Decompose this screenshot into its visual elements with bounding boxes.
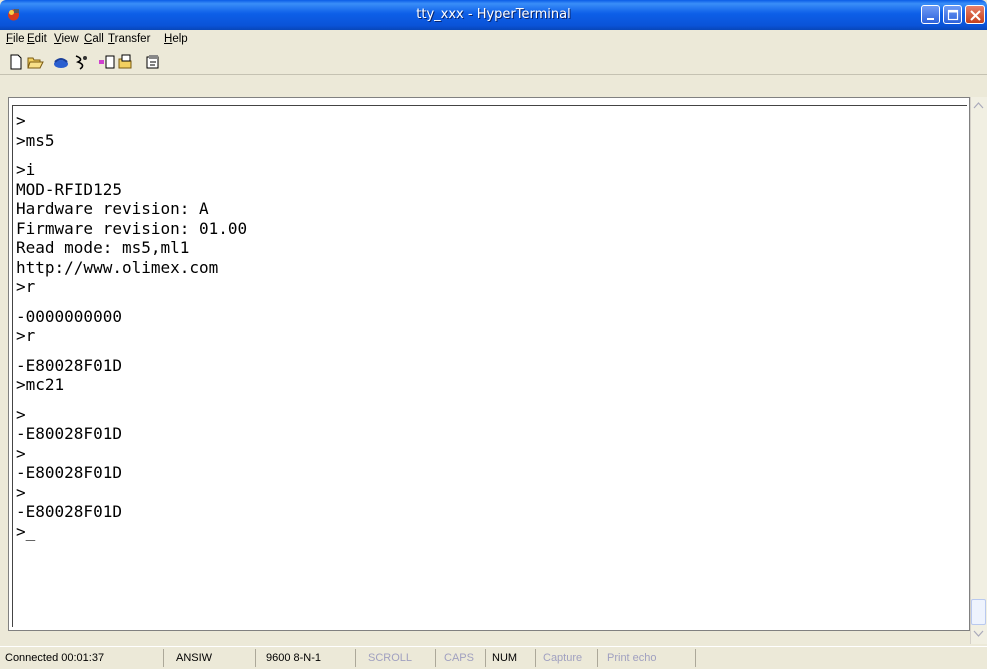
scroll-up-icon[interactable] <box>971 98 986 113</box>
status-empty <box>695 649 987 667</box>
send-icon[interactable] <box>98 53 116 71</box>
menu-file[interactable]: File <box>6 33 25 45</box>
title-bar[interactable]: tty_xxx - HyperTerminal <box>0 0 987 30</box>
disconnect-icon[interactable] <box>72 53 90 71</box>
terminal-line: >ms5 <box>16 130 55 150</box>
terminal-line: > <box>16 443 26 463</box>
status-capture: Capture <box>535 649 597 667</box>
terminal-line: >_ <box>16 521 36 541</box>
scroll-down-icon[interactable] <box>971 626 986 641</box>
status-print-echo: Print echo <box>597 649 695 667</box>
menu-view[interactable]: View <box>54 33 79 45</box>
scroll-thumb[interactable] <box>971 599 986 625</box>
status-bar: Connected 00:01:37 ANSIW 9600 8-N-1 SCRO… <box>0 646 987 669</box>
minimize-icon <box>927 18 934 20</box>
minimize-button[interactable] <box>921 5 940 24</box>
maximize-icon <box>947 9 959 21</box>
new-icon[interactable] <box>7 53 25 71</box>
status-scroll: SCROLL <box>355 649 435 667</box>
toolbar <box>0 50 987 75</box>
menu-edit[interactable]: Edit <box>27 33 47 45</box>
terminal-line: Hardware revision: A <box>16 199 209 218</box>
terminal-output[interactable]: > >ms5 >i MOD-RFID125 Hardware revision: A Fi… <box>16 111 247 541</box>
open-icon[interactable] <box>26 53 44 71</box>
maximize-button[interactable] <box>943 5 962 24</box>
receive-icon[interactable] <box>117 53 135 71</box>
terminal-line: > <box>16 404 26 424</box>
terminal-line: >r <box>16 326 36 345</box>
terminal-line: -0000000000 <box>16 306 122 326</box>
status-port: 9600 8-N-1 <box>255 649 355 667</box>
terminal-line: > <box>16 482 26 502</box>
terminal-line: -E80028F01D <box>16 463 122 482</box>
terminal-line: >r <box>16 277 36 296</box>
menu-call[interactable]: Call <box>84 33 104 45</box>
terminal-line: > <box>16 111 26 130</box>
terminal-line: Firmware revision: 01.00 <box>16 218 248 238</box>
status-num: NUM <box>485 649 535 667</box>
status-caps: CAPS <box>435 649 485 667</box>
close-button[interactable] <box>965 5 985 24</box>
connect-icon[interactable] <box>52 53 70 71</box>
terminal-line: >mc21 <box>16 375 65 394</box>
status-emulation: ANSIW <box>163 649 255 667</box>
properties-icon[interactable] <box>144 53 162 71</box>
terminal-line: >i <box>16 160 36 179</box>
terminal-line: http://www.olimex.com <box>16 257 219 277</box>
terminal-line: -E80028F01D <box>16 502 122 521</box>
horizontal-scrollbar[interactable] <box>8 631 970 644</box>
window-title: tty_xxx - HyperTerminal <box>416 7 571 22</box>
menu-transfer[interactable]: Transfer <box>108 33 150 45</box>
menu-help[interactable]: Help <box>164 33 188 45</box>
terminal-line: -E80028F01D <box>16 424 122 443</box>
menu-bar: File Edit View Call Transfer Help <box>0 30 987 50</box>
terminal-line: -E80028F01D <box>16 355 122 375</box>
vertical-scrollbar[interactable] <box>970 97 987 644</box>
terminal-line: Read mode: ms5,ml1 <box>16 238 190 257</box>
terminal-line: MOD-RFID125 <box>16 179 122 199</box>
close-icon <box>970 10 981 21</box>
status-connected: Connected 00:01:37 <box>5 652 105 664</box>
